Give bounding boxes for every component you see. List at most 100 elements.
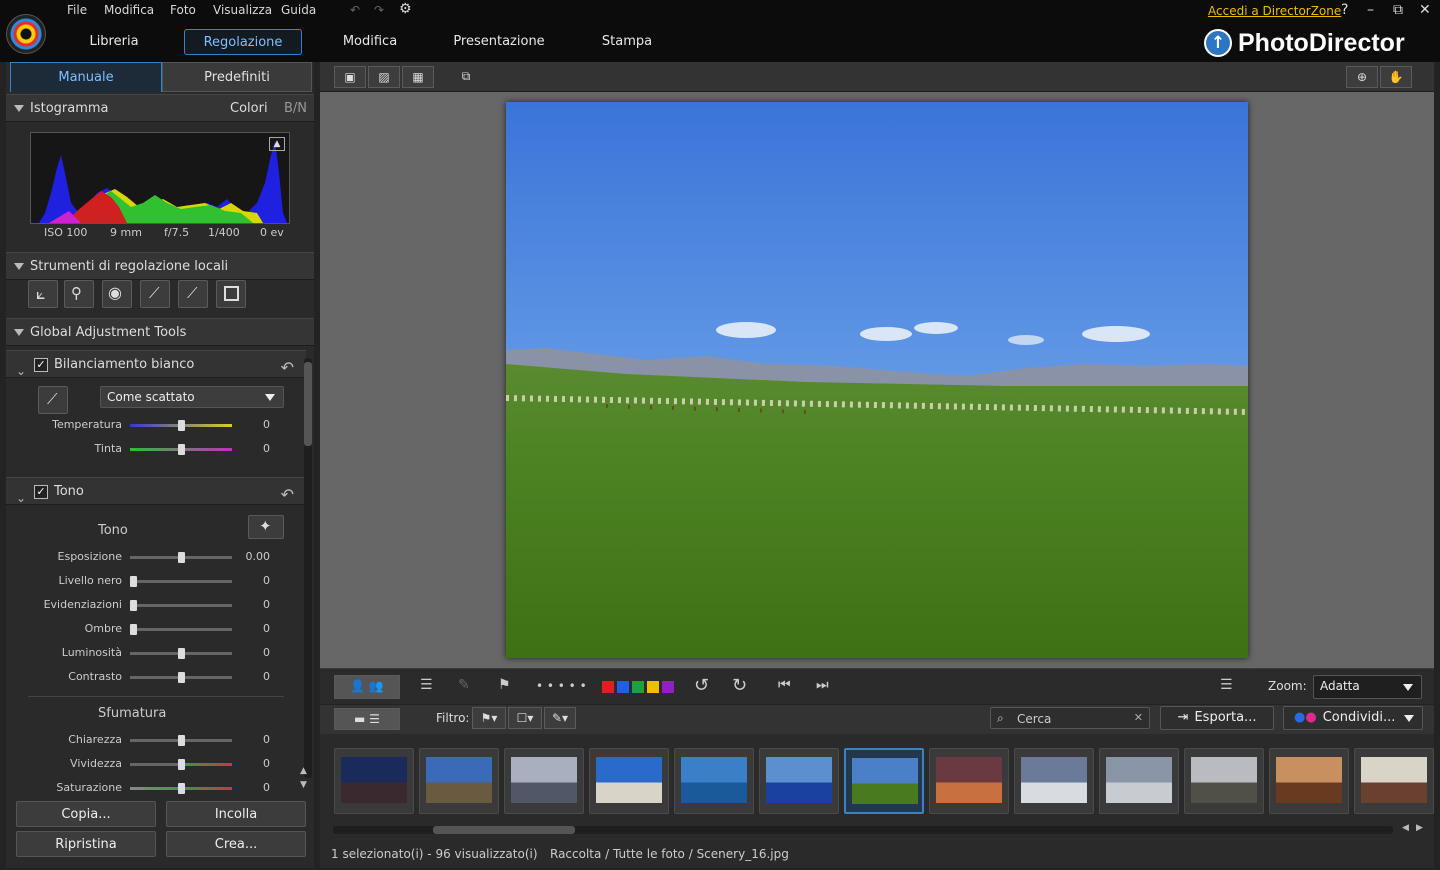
view-before-after-icon[interactable]: ▨ (368, 66, 400, 88)
thumbnail-sunset-tree[interactable] (929, 748, 1009, 814)
color-label-swatch-0[interactable] (602, 681, 614, 693)
zoom-tool-icon[interactable]: ⊕ (1346, 66, 1378, 88)
panel-scrollbar[interactable] (304, 358, 312, 778)
global-tools-header[interactable]: Global Adjustment Tools (6, 318, 314, 346)
tone-slider-track-2[interactable] (130, 604, 232, 607)
color-label-swatch-3[interactable] (647, 681, 659, 693)
menu-photo[interactable]: Foto (170, 3, 196, 17)
thumbnail-louvre[interactable] (504, 748, 584, 814)
directorzone-link[interactable]: Accedi a DirectorZone (1208, 4, 1341, 18)
collapse-triangle-icon[interactable] (14, 105, 24, 112)
histogram-header[interactable]: Istogramma Colori B/N (6, 94, 314, 122)
eyedropper-icon[interactable]: ⟋ (38, 386, 68, 414)
settings-gear-icon[interactable]: ⚙ (399, 1, 412, 17)
menu-help[interactable]: Guida (281, 3, 316, 17)
scroll-down-arrow-icon[interactable]: ▼ (300, 780, 307, 790)
local-tools-header[interactable]: Strumenti di regolazione locali (6, 252, 314, 280)
gradient-slider-knob-0[interactable] (177, 735, 185, 746)
tone-slider-knob-1[interactable] (130, 576, 137, 587)
tab-print[interactable]: Stampa (592, 29, 662, 55)
color-label-swatch-2[interactable] (632, 681, 644, 693)
filmstrip-scrollbar-thumb[interactable] (433, 826, 575, 834)
last-photo-icon[interactable]: ⏭ (816, 677, 829, 693)
thumbnail-wood-interior[interactable] (1269, 748, 1349, 814)
create-preset-button[interactable]: Crea... (166, 831, 306, 857)
thumbnail-steppe[interactable] (844, 748, 924, 814)
reset-undo-icon[interactable]: ↶ (281, 481, 294, 509)
chevron-down-icon[interactable] (1404, 715, 1414, 722)
minimize-icon[interactable]: – (1367, 2, 1374, 18)
reset-undo-icon[interactable]: ↶ (281, 354, 294, 382)
tone-slider-knob-3[interactable] (130, 624, 137, 635)
flag-filter-icon[interactable]: ⚑▾ (472, 707, 506, 729)
chevron-down-icon[interactable]: ⌄ (16, 357, 26, 385)
help-icon[interactable]: ? (1341, 2, 1348, 18)
scroll-right-arrow-icon[interactable]: ▶ (1416, 823, 1423, 833)
export-button[interactable]: ⇥ Esporta... (1160, 706, 1274, 730)
copy-button[interactable]: Copia... (16, 801, 156, 827)
thumbnail-tools[interactable] (1354, 748, 1434, 814)
clipping-warning-icon[interactable]: ▲ (269, 137, 285, 151)
collapse-triangle-icon[interactable] (14, 329, 24, 336)
crop-tool-icon[interactable]: ⟀ (28, 280, 58, 308)
white-balance-checkbox[interactable]: ✓ (34, 358, 48, 372)
spot-removal-tool-icon[interactable]: ⚲ (64, 280, 94, 308)
view-grid-icon[interactable]: ▦ (402, 66, 434, 88)
share-button[interactable]: ●● Condividi... (1283, 706, 1423, 730)
tone-checkbox[interactable]: ✓ (34, 485, 48, 499)
tab-manual[interactable]: Manuale (10, 62, 162, 92)
white-balance-header[interactable]: ⌄ ✓ Bilanciamento bianco ↶ (6, 350, 306, 378)
tone-slider-track-3[interactable] (130, 628, 232, 631)
secondary-display-icon[interactable]: ⧉ (450, 66, 482, 88)
thumbnail-snow-trees[interactable] (1014, 748, 1094, 814)
undo-icon[interactable]: ↶ (350, 3, 360, 17)
thumbnail-santorini[interactable] (759, 748, 839, 814)
thumbnail-misty-forest[interactable] (1184, 748, 1264, 814)
tab-slideshow[interactable]: Presentazione (446, 29, 552, 55)
tone-slider-track-1[interactable] (130, 580, 232, 583)
first-photo-icon[interactable]: ⏮ (778, 677, 791, 693)
radial-brush-tool-icon[interactable]: ⟋ (178, 280, 208, 308)
panel-scrollbar-thumb[interactable] (304, 362, 312, 446)
tone-slider-knob-4[interactable] (177, 648, 185, 659)
gradient-slider-knob-1[interactable] (177, 759, 185, 770)
tone-slider-knob-0[interactable] (177, 552, 185, 563)
menu-view[interactable]: Visualizza (213, 3, 272, 17)
tone-slider-knob-5[interactable] (177, 672, 185, 683)
thumbnail-windmills[interactable] (589, 748, 669, 814)
tone-header[interactable]: ⌄ ✓ Tono ↶ (6, 477, 306, 505)
reset-button[interactable]: Ripristina (16, 831, 156, 857)
people-view-toggle[interactable]: 👤 👥 (334, 675, 400, 699)
thumbnail-sea[interactable] (674, 748, 754, 814)
tint-slider-knob[interactable] (177, 444, 185, 455)
tab-library[interactable]: Libreria (74, 29, 154, 55)
tab-edit[interactable]: Modifica (330, 29, 410, 55)
color-label-swatch-4[interactable] (662, 681, 674, 693)
restore-icon[interactable]: ⧉ (1393, 2, 1403, 18)
flag-icon[interactable]: ⚑ (498, 677, 511, 693)
tone-slider-knob-2[interactable] (130, 600, 137, 611)
histogram-bw-toggle[interactable]: B/N (284, 95, 307, 123)
rating-dots[interactable]: • • • • • (536, 679, 587, 693)
stack-icon[interactable]: ☰ (420, 677, 433, 693)
rotate-right-icon[interactable]: ↻ (732, 675, 747, 696)
temperature-slider-knob[interactable] (177, 420, 185, 431)
white-balance-preset-select[interactable]: Come scattato (100, 386, 284, 408)
edit-pen-icon[interactable]: ✎ (458, 677, 470, 693)
auto-tone-wand-icon[interactable]: ✦ (248, 515, 284, 539)
close-icon[interactable]: ✕ (1419, 2, 1431, 18)
tab-presets[interactable]: Predefiniti (162, 62, 312, 92)
color-label-swatch-1[interactable] (617, 681, 629, 693)
gradient-mask-tool-icon[interactable] (216, 280, 246, 308)
red-eye-tool-icon[interactable]: ◉ (102, 280, 132, 308)
edit-filter-icon[interactable]: ✎▾ (544, 707, 576, 729)
rotate-left-icon[interactable]: ↺ (694, 675, 709, 696)
redo-icon[interactable]: ↷ (374, 3, 384, 17)
histogram-colors-toggle[interactable]: Colori (230, 95, 268, 123)
zoom-select[interactable]: Adatta (1313, 675, 1422, 699)
paste-button[interactable]: Incolla (166, 801, 306, 827)
menu-file[interactable]: File (67, 3, 87, 17)
view-single-photo-icon[interactable]: ▣ (334, 66, 366, 88)
thumbnail-snow-river[interactable] (1099, 748, 1179, 814)
clear-search-icon[interactable]: ✕ (1134, 711, 1143, 724)
